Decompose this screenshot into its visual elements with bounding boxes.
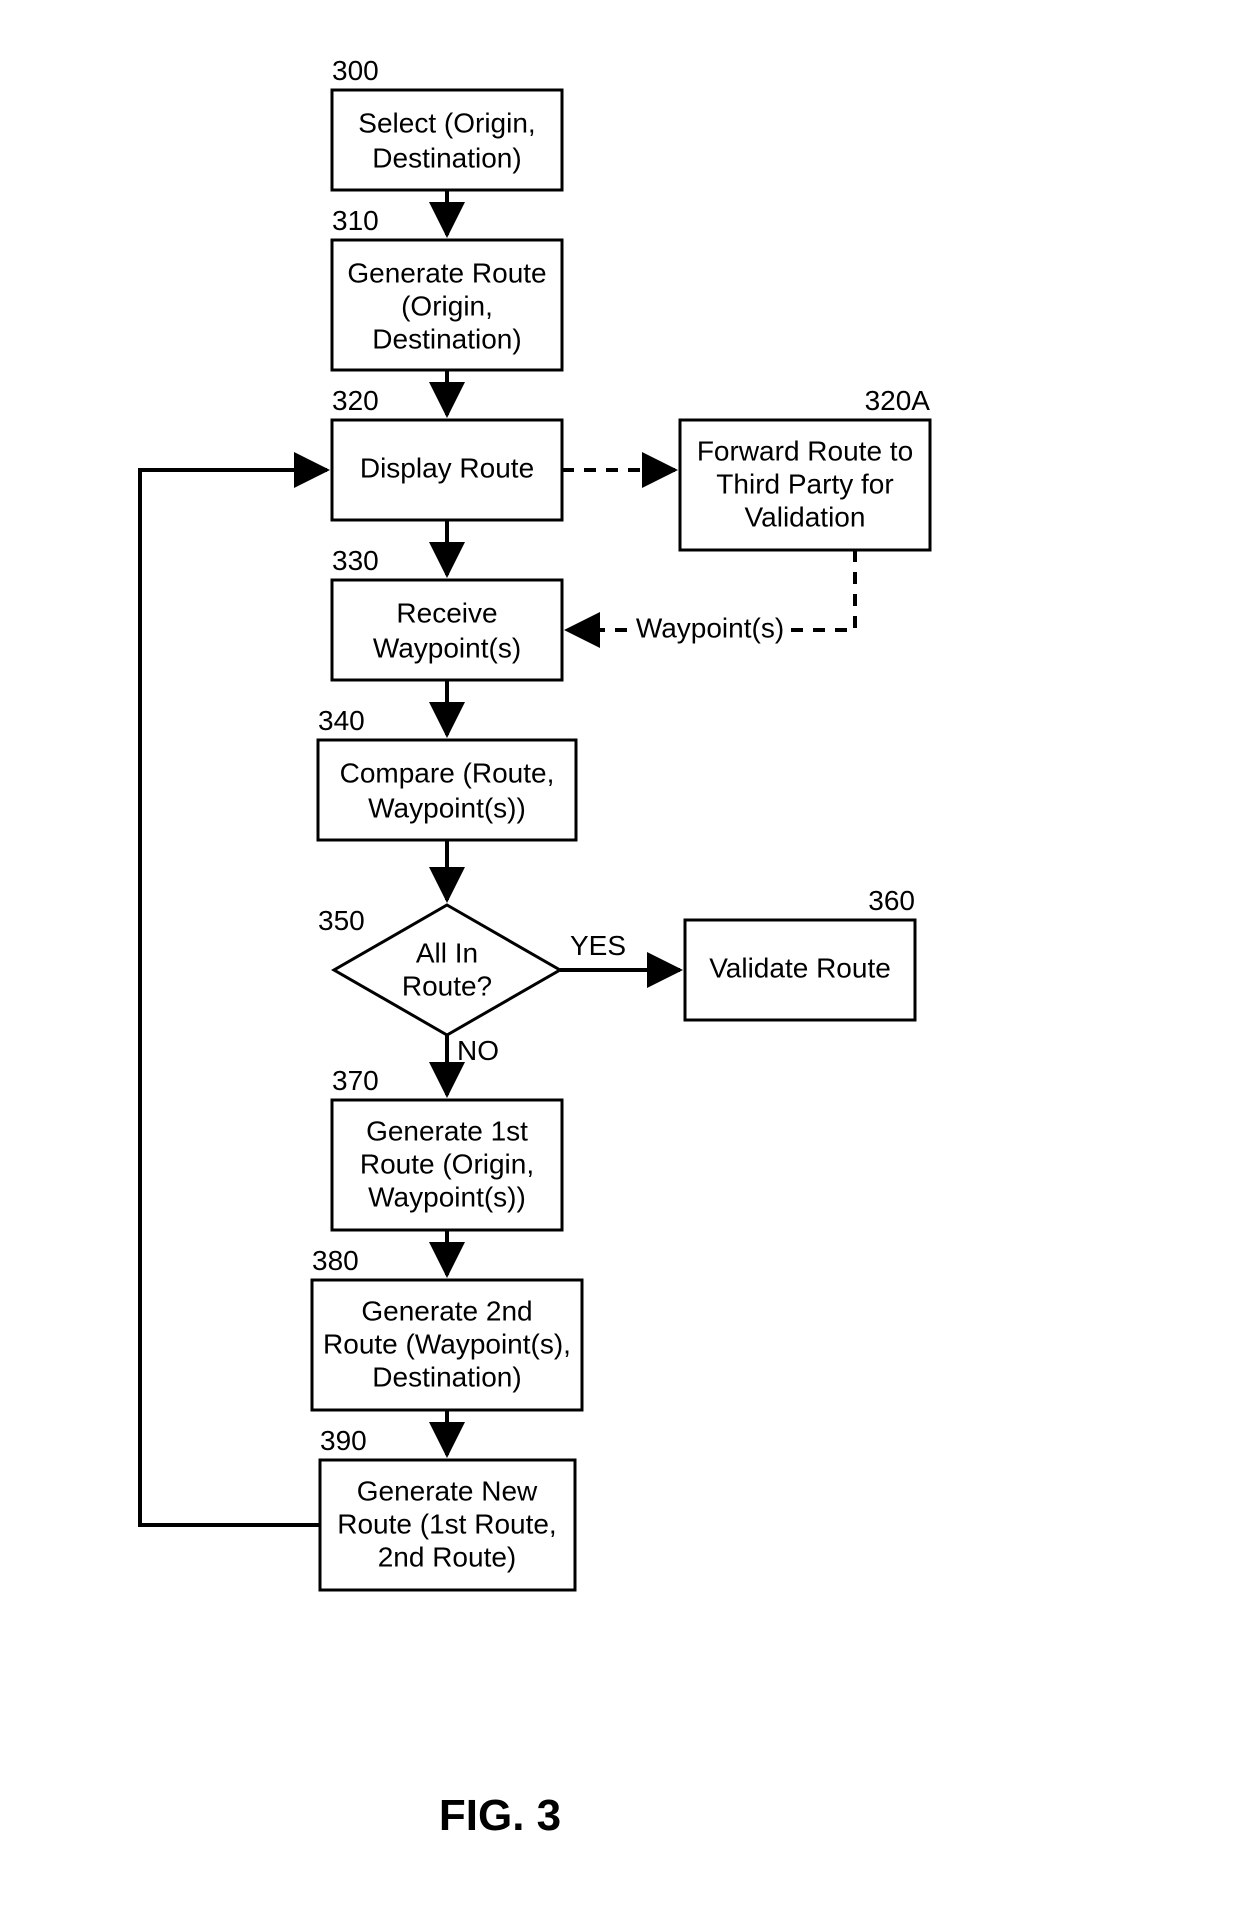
box-370-line2: Route (Origin,	[360, 1148, 534, 1179]
box-380-line3: Destination)	[372, 1361, 521, 1392]
box-340-line2: Waypoint(s))	[368, 792, 526, 823]
box-360-line1: Validate Route	[709, 952, 891, 983]
ref-380: 380	[312, 1245, 359, 1276]
box-300	[332, 90, 562, 190]
box-390-line3: 2nd Route)	[378, 1541, 517, 1572]
box-330-line1: Receive	[396, 597, 497, 628]
box-300-line2: Destination)	[372, 142, 521, 173]
box-380-line2: Route (Waypoint(s),	[323, 1328, 571, 1359]
ref-320: 320	[332, 385, 379, 416]
box-310-line2: (Origin,	[401, 290, 493, 321]
edge-yes-label: YES	[570, 930, 626, 961]
ref-310: 310	[332, 205, 379, 236]
arrow-390-320-loop	[140, 470, 327, 1525]
decision-350-line2: Route?	[402, 970, 492, 1001]
box-330	[332, 580, 562, 680]
edge-no-label: NO	[457, 1035, 499, 1066]
box-300-line1: Select (Origin,	[358, 107, 535, 138]
ref-340: 340	[318, 705, 365, 736]
box-330-line2: Waypoint(s)	[373, 632, 521, 663]
box-340	[318, 740, 576, 840]
box-380-line1: Generate 2nd	[361, 1295, 532, 1326]
box-310-line1: Generate Route	[347, 257, 546, 288]
decision-350-line1: All In	[416, 937, 478, 968]
ref-370: 370	[332, 1065, 379, 1096]
box-370-line3: Waypoint(s))	[368, 1181, 526, 1212]
box-320a-line1: Forward Route to	[697, 435, 913, 466]
ref-390: 390	[320, 1425, 367, 1456]
box-340-line1: Compare (Route,	[340, 757, 555, 788]
box-370-line1: Generate 1st	[366, 1115, 528, 1146]
box-390-line2: Route (1st Route,	[337, 1508, 556, 1539]
box-320a-line3: Validation	[745, 501, 866, 532]
flowchart-diagram: 300 Select (Origin, Destination) 310 Gen…	[0, 0, 1240, 1931]
ref-320a: 320A	[865, 385, 931, 416]
ref-300: 300	[332, 55, 379, 86]
edge-waypoints-label: Waypoint(s)	[636, 612, 784, 643]
ref-360: 360	[868, 885, 915, 916]
box-320a-line2: Third Party for	[716, 468, 893, 499]
ref-350: 350	[318, 905, 365, 936]
box-320-line1: Display Route	[360, 452, 534, 483]
box-390-line1: Generate New	[357, 1475, 538, 1506]
figure-caption: FIG. 3	[439, 1791, 561, 1840]
box-310-line3: Destination)	[372, 323, 521, 354]
ref-330: 330	[332, 545, 379, 576]
